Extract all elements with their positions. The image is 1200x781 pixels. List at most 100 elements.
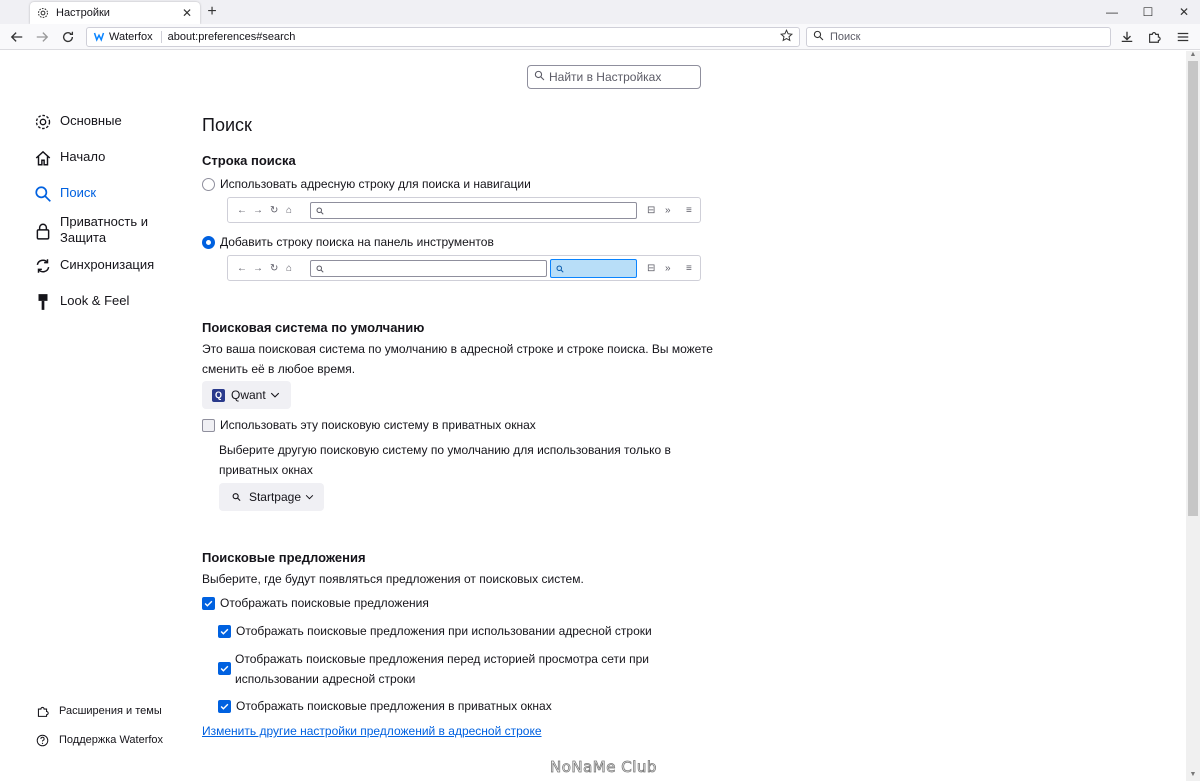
back-button[interactable] (7, 27, 27, 47)
home-icon: ⌂ (286, 205, 293, 216)
waterfox-logo-icon (93, 30, 105, 45)
overflow-icon: » (665, 205, 671, 216)
search-icon (316, 207, 324, 215)
before-history-row[interactable] (218, 662, 236, 675)
close-icon[interactable]: ✕ (180, 6, 194, 20)
searchbar-section-heading: Строка поиска (202, 153, 296, 168)
private-engine-dropdown[interactable]: Startpage (219, 483, 324, 511)
sidebar-footer-addons[interactable]: Расширения и темы (35, 704, 162, 718)
suggestions-desc: Выберите, где будут появляться предложен… (202, 572, 584, 586)
sidebar-item-label: Синхронизация (60, 257, 155, 272)
search-icon (232, 493, 241, 502)
sidebar-footer-support[interactable]: Поддержка Waterfox (35, 733, 163, 747)
menu-button[interactable] (1173, 27, 1193, 47)
preferences-page: Найти в Настройках Основные Начало Поиск… (0, 51, 1186, 781)
search-icon (813, 30, 824, 44)
default-engine-desc-line1: Это ваша поисковая система по умолчанию … (202, 342, 713, 356)
suggestions-heading: Поисковые предложения (202, 550, 366, 565)
searchbar-option-separate[interactable]: Добавить строку поиска на панель инструм… (202, 235, 494, 249)
show-suggestions-row[interactable]: Отображать поисковые предложения (202, 596, 429, 610)
private-engine-desc-line1: Выберите другую поисковую систему по умо… (219, 443, 671, 457)
sidebar-item-label: Основные (60, 113, 122, 128)
checkmark-icon (204, 600, 213, 607)
radio-label: Использовать адресную строку для поиска … (220, 177, 531, 191)
urlbar-suggestions-settings-link[interactable]: Изменить другие настройки предложений в … (202, 724, 542, 738)
reload-button[interactable] (58, 27, 78, 47)
scroll-up-icon[interactable]: ▲ (1186, 51, 1200, 61)
puzzle-icon (35, 704, 49, 718)
private-engine-checkbox[interactable] (202, 418, 215, 432)
bookmark-star-icon[interactable] (779, 29, 794, 45)
back-arrow-icon: ← (237, 263, 247, 274)
extensions-button[interactable] (1144, 27, 1164, 47)
maximize-button[interactable]: ☐ (1130, 0, 1166, 24)
home-icon: ⌂ (286, 263, 293, 274)
search-icon (534, 70, 545, 84)
sidebar-item-home[interactable]: Начало (34, 149, 105, 167)
window-close-button[interactable]: ✕ (1166, 0, 1200, 24)
urlbar-suggestions-row[interactable]: Отображать поисковые предложения при исп… (218, 624, 652, 638)
preview-unified-toolbar: ← → ↻ ⌂ ⊟ » ≡ (227, 197, 701, 223)
default-engine-heading: Поисковая система по умолчанию (202, 320, 425, 335)
downloads-button[interactable] (1117, 27, 1137, 47)
reload-icon: ↻ (270, 205, 279, 216)
searchbar-option-unified[interactable]: Использовать адресную строку для поиска … (202, 177, 531, 191)
sidebar-item-sync[interactable]: Синхронизация (34, 257, 154, 275)
checkmark-icon (220, 665, 229, 672)
watermark: NoNaMe Club (550, 758, 657, 777)
minimize-button[interactable]: — (1094, 0, 1130, 24)
forward-arrow-icon (36, 32, 49, 42)
before-history-checkbox[interactable] (218, 662, 231, 675)
nav-bar: Waterfox about:preferences#search Поиск (0, 24, 1200, 50)
overflow-icon: » (665, 263, 671, 274)
url-bar[interactable]: Waterfox about:preferences#search (86, 27, 800, 47)
sidebar-item-general[interactable]: Основные (34, 113, 122, 131)
back-arrow-icon: ← (237, 205, 247, 216)
paintbrush-icon (34, 293, 52, 311)
home-icon (34, 149, 52, 167)
checkbox-label: Отображать поисковые предложения при исп… (236, 624, 652, 638)
checkmark-icon (220, 628, 229, 635)
chevron-down-icon (270, 392, 279, 398)
private-engine-checkbox-row[interactable]: Использовать эту поисковую систему в при… (202, 418, 536, 432)
gear-icon (34, 113, 52, 131)
show-suggestions-checkbox[interactable] (202, 596, 215, 610)
sidebar-item-search[interactable]: Поиск (34, 185, 96, 203)
scrollbar-thumb[interactable] (1188, 61, 1198, 516)
default-engine-value: Qwant (231, 388, 266, 402)
search-icon (316, 265, 324, 273)
sidebar-icon: ⊟ (647, 205, 656, 216)
new-tab-button[interactable]: + (203, 3, 221, 21)
preview-separate-toolbar: ← → ↻ ⌂ ⊟ » ≡ (227, 255, 701, 281)
sidebar-icon: ⊟ (647, 263, 656, 274)
hamburger-menu-icon: ≡ (686, 205, 692, 216)
scroll-down-icon[interactable]: ▼ (1186, 771, 1200, 781)
radio-separate[interactable] (202, 235, 215, 249)
sidebar-item-privacy[interactable]: Приватность и Защита (34, 214, 148, 246)
download-icon (1121, 31, 1133, 43)
private-engine-value: Startpage (248, 490, 302, 504)
sidebar-footer-label: Расширения и темы (59, 705, 162, 717)
sync-icon (34, 257, 52, 275)
forward-button[interactable] (32, 27, 52, 47)
hamburger-menu-icon (1177, 32, 1189, 42)
sidebar-item-look-feel[interactable]: Look & Feel (34, 293, 129, 311)
search-icon (34, 185, 52, 203)
search-bar[interactable]: Поиск (806, 27, 1111, 47)
urlbar-suggestions-checkbox[interactable] (218, 624, 231, 638)
url-text[interactable]: about:preferences#search (168, 31, 780, 43)
checkbox-label: Отображать поисковые предложения в прива… (236, 699, 552, 713)
default-engine-dropdown[interactable]: Q Qwant (202, 381, 291, 409)
preview-search-field (550, 259, 637, 278)
private-engine-desc-line2: приватных окнах (219, 463, 313, 477)
private-suggestions-checkbox[interactable] (218, 699, 231, 713)
sidebar-item-label: Look & Feel (60, 293, 130, 308)
checkbox-label: Отображать поисковые предложения (220, 596, 429, 610)
page-scrollbar[interactable]: ▲ ▼ (1186, 51, 1200, 781)
radio-unified[interactable] (202, 177, 215, 191)
qwant-logo-icon: Q (212, 388, 225, 402)
tab-settings[interactable]: Настройки ✕ (30, 2, 200, 24)
prefs-search-input[interactable]: Найти в Настройках (527, 65, 701, 89)
private-suggestions-row[interactable]: Отображать поисковые предложения в прива… (218, 699, 552, 713)
forward-arrow-icon: → (253, 205, 263, 216)
